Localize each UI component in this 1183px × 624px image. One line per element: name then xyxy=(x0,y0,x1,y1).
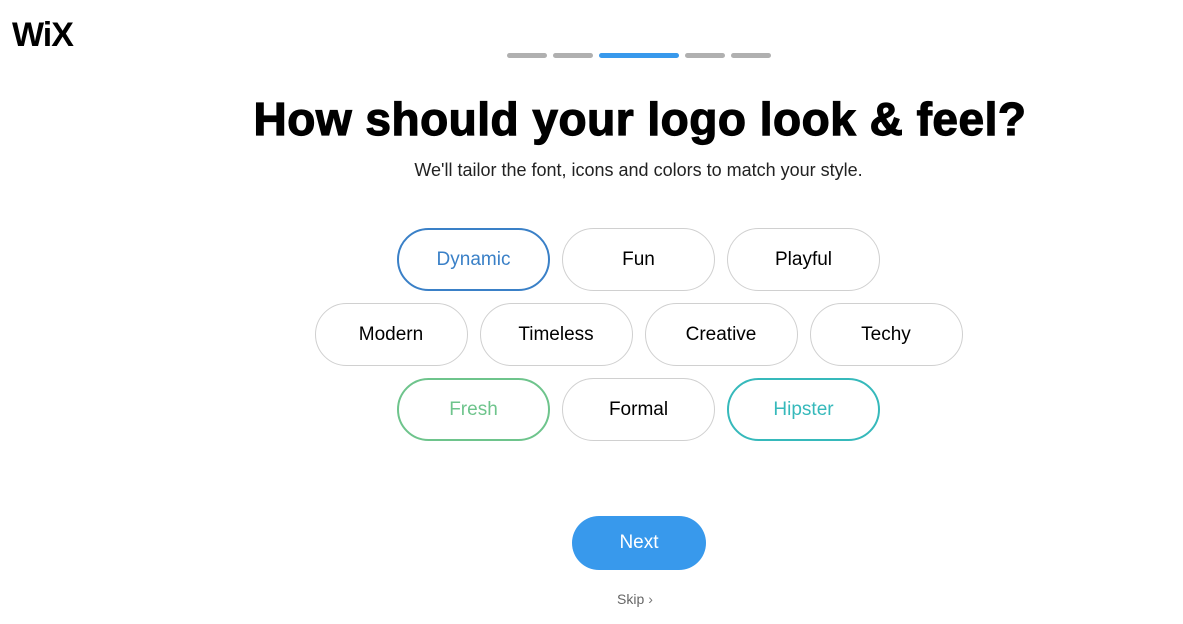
style-option-techy[interactable]: Techy xyxy=(809,303,963,366)
step-progress-indicator xyxy=(507,53,771,58)
progress-step-5 xyxy=(731,53,771,58)
style-option-formal[interactable]: Formal xyxy=(562,378,715,441)
next-button[interactable]: Next xyxy=(572,516,706,570)
style-option-modern[interactable]: Modern xyxy=(314,303,468,366)
skip-label: Skip xyxy=(617,591,645,607)
progress-step-2 xyxy=(553,53,593,58)
style-options-row-3: Fresh Formal Hipster xyxy=(0,378,1183,441)
skip-link[interactable]: Skip › xyxy=(617,591,653,607)
logo-style-page: WiX How should your logo look & feel? We… xyxy=(0,0,1183,624)
style-option-timeless[interactable]: Timeless xyxy=(479,303,633,366)
wix-logo[interactable]: WiX xyxy=(12,18,74,52)
progress-step-4 xyxy=(685,53,725,58)
style-option-fresh[interactable]: Fresh xyxy=(397,378,550,441)
style-options-row-1: Dynamic Fun Playful xyxy=(0,228,1183,291)
style-options-row-2: Modern Timeless Creative Techy xyxy=(0,303,1183,366)
style-option-hipster[interactable]: Hipster xyxy=(727,378,880,441)
style-option-dynamic[interactable]: Dynamic xyxy=(397,228,550,291)
page-subtitle: We'll tailor the font, icons and colors … xyxy=(414,160,863,180)
progress-step-1 xyxy=(507,53,547,58)
chevron-right-icon: › xyxy=(648,591,653,607)
style-option-creative[interactable]: Creative xyxy=(644,303,798,366)
style-option-playful[interactable]: Playful xyxy=(727,228,880,291)
style-option-fun[interactable]: Fun xyxy=(562,228,715,291)
page-title: How should your logo look & feel? xyxy=(253,92,1027,145)
progress-step-3-current xyxy=(599,53,679,58)
